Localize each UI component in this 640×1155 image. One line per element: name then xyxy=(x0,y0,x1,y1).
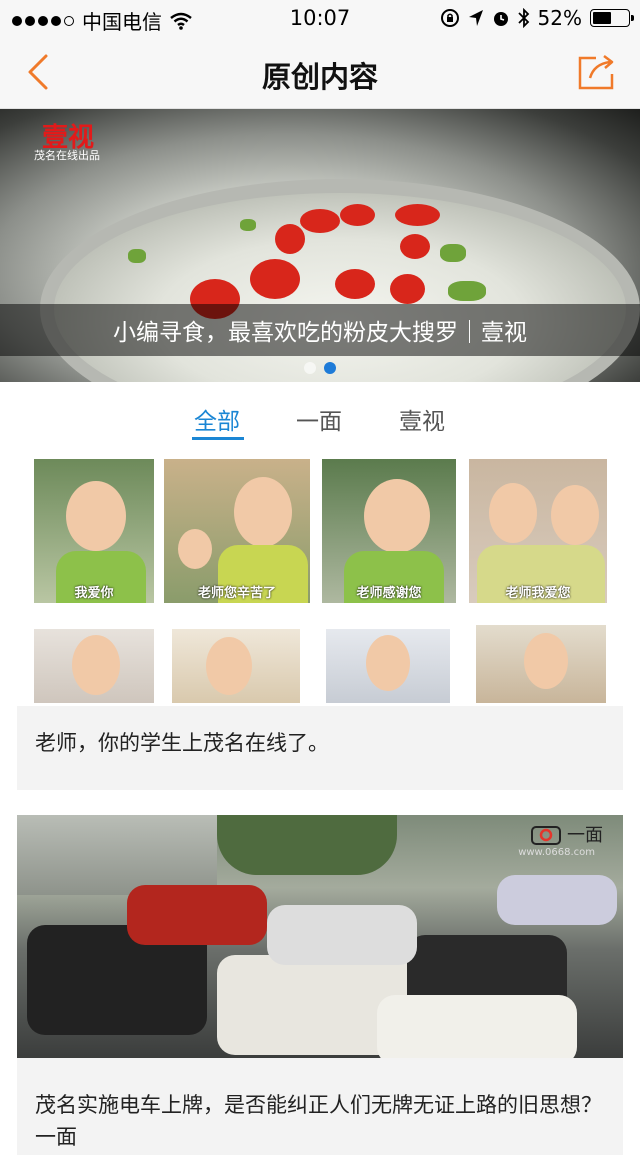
thumbnail-caption: 我爱你 xyxy=(74,586,114,601)
share-icon[interactable] xyxy=(576,52,618,92)
banner-logo-sub: 茂名在线出品 xyxy=(34,149,100,162)
watermark-url: www.0668.com xyxy=(518,847,595,858)
orientation-lock-icon xyxy=(440,9,459,27)
status-bar: 中国电信 10:07 52% xyxy=(0,0,640,36)
thumbnail: 我爱你 xyxy=(31,456,157,606)
card-title: 老师，你的学生上茂名在线了。 xyxy=(35,731,329,755)
thumbnail: 老师我爱您 xyxy=(466,456,610,606)
feed-card[interactable]: 一面 www.0668.com 茂名实施电车上牌，是否能纠正人们无牌无证上路的旧… xyxy=(17,815,623,1155)
feed-card[interactable]: 我爱你 老师您辛苦了 老师感谢您 老师我爱您 老师，你的学生上茂名在线了。 xyxy=(17,448,623,790)
battery-percent: 52% xyxy=(537,6,582,30)
banner-pager xyxy=(0,362,640,374)
alarm-icon xyxy=(493,12,508,26)
bluetooth-icon xyxy=(517,8,529,28)
watermark-text: 一面 xyxy=(567,825,603,846)
thumbnail-caption: 老师您辛苦了 xyxy=(197,586,276,601)
tab-indicator xyxy=(192,437,244,440)
card-title: 茂名实施电车上牌，是否能纠正人们无牌无证上路的旧思想？一面 xyxy=(35,1093,602,1149)
tab-yishi[interactable]: 壹视 xyxy=(399,402,445,436)
watermark-logo: 一面 xyxy=(531,821,603,847)
thumbnail xyxy=(169,626,303,706)
banner-caption: 小编寻食，最喜欢吃的粉皮大搜罗｜壹视 xyxy=(0,304,640,356)
thumbnail xyxy=(473,622,609,706)
thumbnail: 老师您辛苦了 xyxy=(161,456,313,606)
category-tabs: 全部 一面 壹视 xyxy=(0,382,640,448)
pager-dot xyxy=(324,362,336,374)
tab-all[interactable]: 全部 xyxy=(194,402,240,436)
thumbnail xyxy=(323,626,453,706)
battery-icon xyxy=(590,9,634,27)
tab-yimian[interactable]: 一面 xyxy=(296,402,342,436)
thumbnail xyxy=(31,626,157,706)
card-image: 一面 www.0668.com xyxy=(17,815,623,1058)
thumbnail-caption: 老师感谢您 xyxy=(356,586,422,601)
nav-bar: 原创内容 xyxy=(0,36,640,109)
pager-dot xyxy=(304,362,316,374)
thumbnail-caption: 老师我爱您 xyxy=(505,586,571,601)
card-image-collage: 我爱你 老师您辛苦了 老师感谢您 老师我爱您 xyxy=(17,448,623,706)
location-icon xyxy=(468,10,483,26)
page-title: 原创内容 xyxy=(261,60,378,94)
thumbnail: 老师感谢您 xyxy=(319,456,459,606)
camera-logo-icon xyxy=(531,826,561,845)
featured-banner[interactable]: 壹视 茂名在线出品 小编寻食，最喜欢吃的粉皮大搜罗｜壹视 xyxy=(0,109,640,382)
